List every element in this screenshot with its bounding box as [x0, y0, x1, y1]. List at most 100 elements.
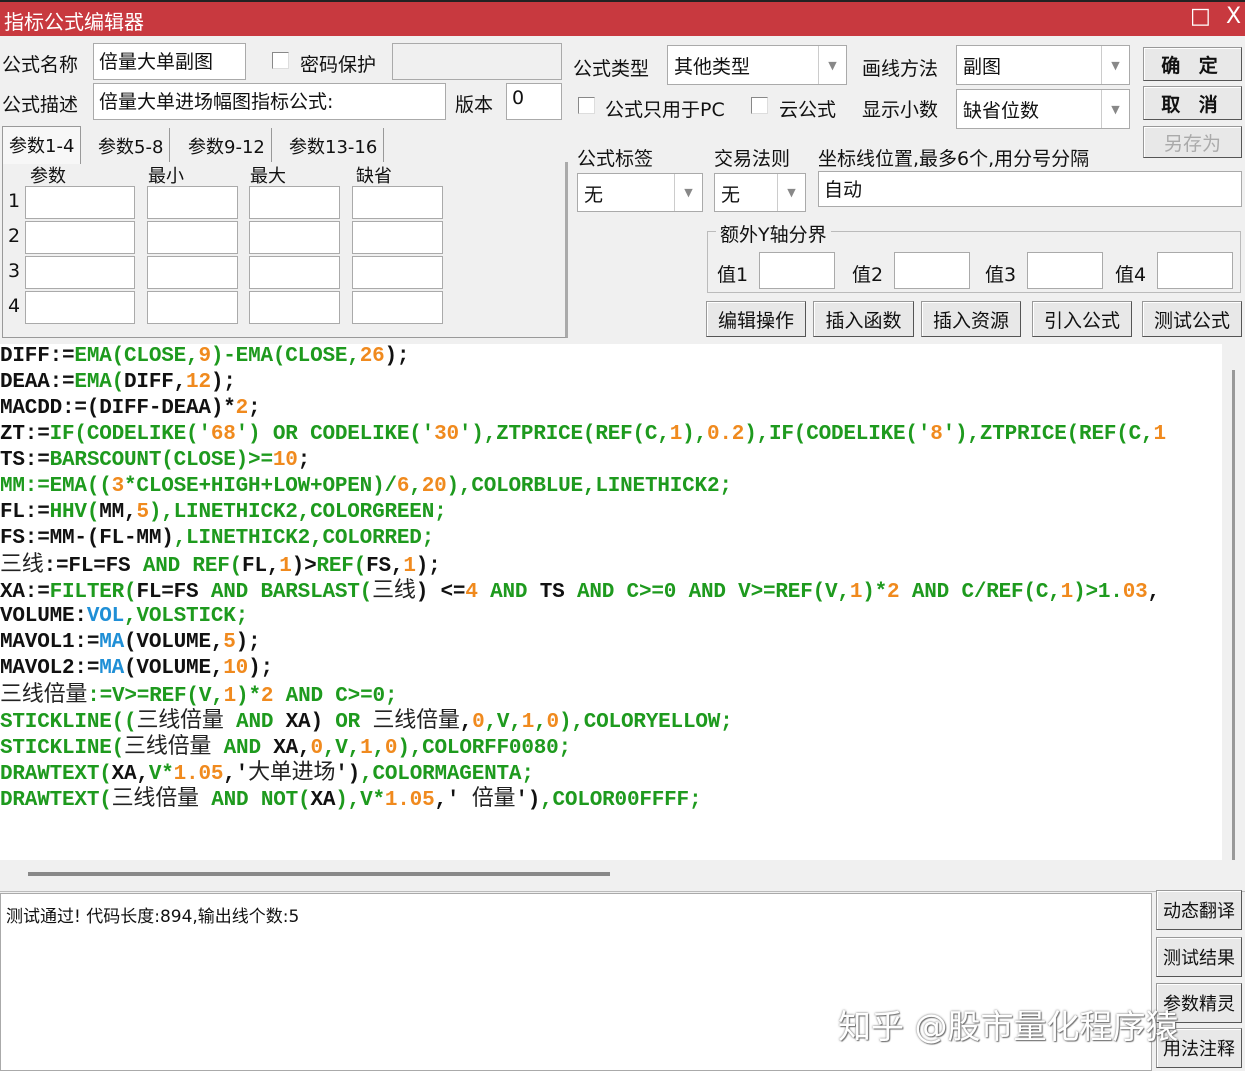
cloud-checkbox[interactable]: [751, 97, 768, 114]
code-token: 1: [1060, 581, 1074, 604]
param-cell[interactable]: [249, 186, 340, 219]
axis-position-label: 坐标线位置,最多6个,用分号分隔: [818, 148, 1090, 170]
chevron-down-icon: ▼: [1101, 46, 1129, 84]
code-editor[interactable]: DIFF:=EMA(CLOSE,9)-EMA(CLOSE,26); DEAA:=E…: [0, 344, 1222, 860]
param-cell[interactable]: [147, 221, 238, 254]
version-input[interactable]: 0: [506, 83, 562, 120]
code-token: 1: [849, 581, 863, 604]
param-cell[interactable]: [352, 186, 443, 219]
code-token: 0: [384, 737, 398, 760]
ok-button[interactable]: 确 定: [1143, 47, 1242, 81]
toolbar-button[interactable]: 引入公式: [1032, 301, 1132, 337]
save-as-button[interactable]: 另存为: [1143, 126, 1242, 158]
code-token: STICKLINE(: [0, 737, 125, 760]
param-cell[interactable]: [249, 291, 340, 324]
tab-params-5-8[interactable]: 参数5-8: [92, 128, 171, 162]
param-cell[interactable]: [25, 186, 135, 219]
password-checkbox[interactable]: [272, 52, 289, 69]
param-cell[interactable]: [25, 291, 135, 324]
code-token: );: [210, 371, 236, 394]
param-cell[interactable]: [147, 291, 238, 324]
side-button[interactable]: 测试结果: [1156, 937, 1242, 977]
tab-params-1-4[interactable]: 参数1-4: [2, 126, 82, 164]
decimals-value: 缺省位数: [963, 100, 1040, 122]
code-token: ,: [409, 475, 422, 498]
code-token: MM:=EMA((: [0, 475, 112, 498]
code-token: )>1.: [1073, 581, 1123, 604]
code-line: MACDD:=(DIFF-DEAA)*2;: [0, 396, 1222, 422]
param-cell[interactable]: [352, 221, 443, 254]
code-token: 03: [1122, 581, 1148, 604]
formula-tag-select[interactable]: 无 ▼: [577, 173, 703, 212]
code-token: ,LINETHICK2,COLORRED;: [173, 527, 435, 550]
param-cell[interactable]: [352, 256, 443, 289]
formula-name-input[interactable]: 倍量大单副图: [93, 43, 246, 80]
toolbar-button[interactable]: 编辑操作: [706, 301, 806, 337]
code-token: MAVOL1:=: [0, 631, 100, 654]
code-token: AND C>=0;: [273, 685, 398, 708]
yaxis-value-input[interactable]: [1027, 252, 1103, 289]
decimals-select[interactable]: 缺省位数 ▼: [956, 89, 1130, 129]
yaxis-value-input[interactable]: [894, 252, 970, 289]
code-token: )>: [291, 555, 317, 578]
param-cell[interactable]: [147, 256, 238, 289]
yaxis-value-label: 值2: [852, 264, 884, 286]
code-token: AND REF(: [142, 555, 243, 578]
param-cell[interactable]: [25, 256, 135, 289]
code-token: HHV(: [49, 501, 100, 524]
yaxis-value-input[interactable]: [759, 252, 835, 289]
pc-only-checkbox[interactable]: [578, 97, 595, 114]
maximize-icon[interactable]: □: [1190, 4, 1211, 29]
code-token: ),: [682, 423, 707, 446]
code-token: :=FL=FS: [43, 555, 143, 578]
formula-desc-input[interactable]: 倍量大单进场幅图指标公式:: [93, 83, 446, 120]
code-line: MAVOL1:=MA(VOLUME,5);: [0, 630, 1222, 656]
code-line: STICKLINE((三线倍量 AND XA) OR 三线倍量,0,V,1,0)…: [0, 708, 1222, 734]
code-token: )*: [862, 581, 888, 604]
param-cell[interactable]: [352, 291, 443, 324]
code-token: AND NOT(: [198, 789, 311, 812]
code-line: FL:=HHV(MM,5),LINETHICK2,COLORGREEN;: [0, 500, 1222, 526]
password-input[interactable]: [392, 43, 562, 80]
code-token: DIFF,: [124, 371, 187, 394]
code-token: DEAA:=: [0, 371, 75, 394]
horizontal-scrollbar[interactable]: [0, 860, 1245, 892]
axis-position-input[interactable]: 自动: [818, 171, 1242, 207]
toolbar-button[interactable]: 插入函数: [813, 301, 914, 337]
code-token: MAVOL2:=: [0, 657, 100, 680]
code-token: XA: [310, 789, 336, 812]
code-token: 3: [111, 475, 125, 498]
tab-params-9-12[interactable]: 参数9-12: [182, 128, 272, 162]
trade-rule-select[interactable]: 无 ▼: [714, 173, 806, 212]
close-icon[interactable]: X: [1226, 4, 1241, 29]
code-token: ),COLORYELLOW;: [558, 711, 733, 734]
code-token: ,: [534, 711, 547, 734]
param-cell[interactable]: [147, 186, 238, 219]
code-token: 1: [223, 685, 237, 708]
code-token: 2: [887, 581, 900, 604]
code-token: 4: [465, 581, 478, 604]
code-token: ,COLORMAGENTA;: [360, 763, 534, 786]
code-token: 1: [360, 737, 373, 760]
formula-tag-label: 公式标签: [577, 148, 654, 170]
param-cell[interactable]: [249, 256, 340, 289]
code-token: ),COLORFF0080;: [397, 737, 571, 760]
tab-params-13-16[interactable]: 参数13-16: [283, 128, 385, 162]
horizontal-scrollbar-thumb[interactable]: [28, 872, 610, 876]
draw-method-select[interactable]: 副图 ▼: [956, 45, 1130, 85]
vertical-scrollbar-thumb[interactable]: [1232, 370, 1235, 860]
code-token: AND C>=0 AND V>=REF(V,: [576, 581, 850, 604]
toolbar-button[interactable]: 测试公式: [1142, 301, 1242, 337]
yaxis-value-input[interactable]: [1157, 252, 1233, 289]
cancel-button[interactable]: 取 消: [1143, 86, 1242, 120]
side-button[interactable]: 动态翻译: [1156, 890, 1242, 930]
formula-type-select[interactable]: 其他类型 ▼: [667, 45, 847, 85]
code-token: 5: [136, 501, 149, 524]
yaxis-value-label: 值3: [985, 264, 1017, 286]
code-token: 10: [272, 449, 298, 472]
toolbar-button[interactable]: 插入资源: [921, 301, 1021, 337]
code-token: ,': [434, 789, 472, 812]
yaxis-value-label: 值1: [717, 264, 749, 286]
param-cell[interactable]: [25, 221, 135, 254]
param-cell[interactable]: [249, 221, 340, 254]
